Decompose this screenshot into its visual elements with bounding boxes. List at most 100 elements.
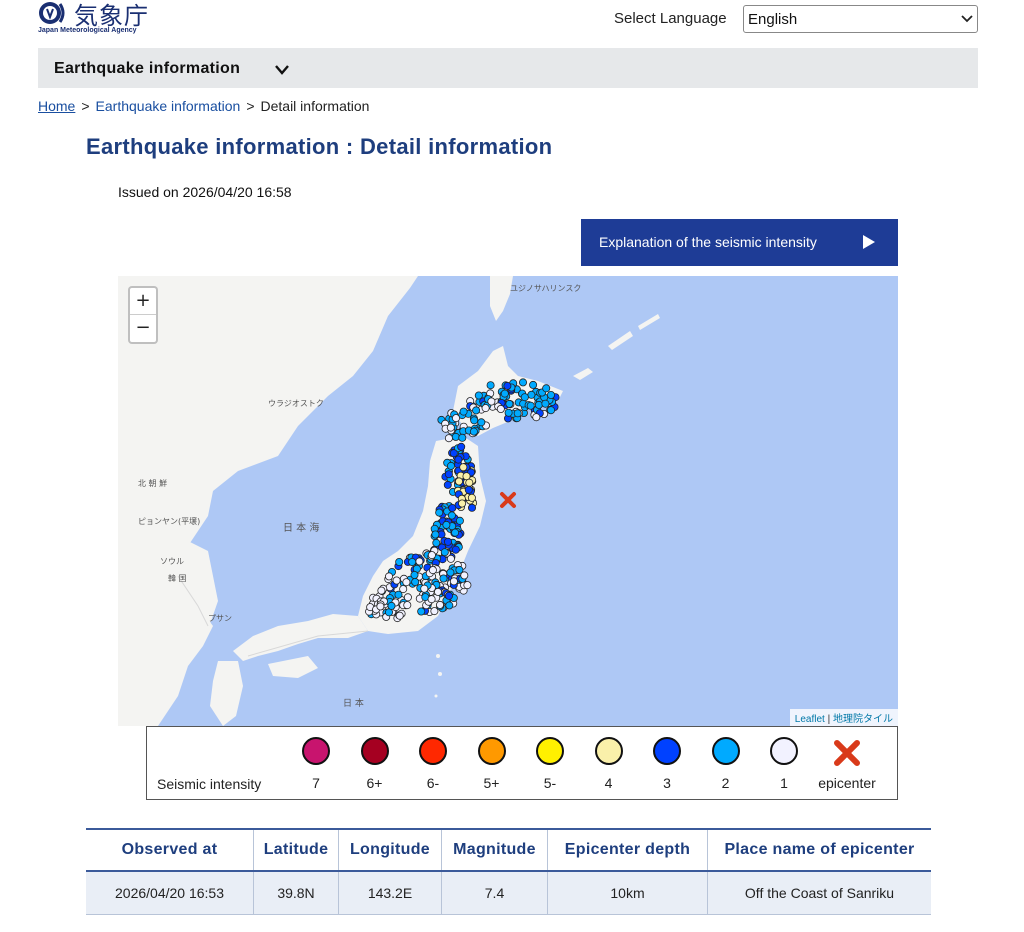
legend-label: 2 xyxy=(721,775,730,791)
intensity-swatch xyxy=(770,737,798,765)
station-dot xyxy=(415,557,424,566)
seismic-intensity-map[interactable]: ウラジオストク ユジノサハリンスク 日 本 海 北 朝 鮮 ピョンヤン(平壌) … xyxy=(118,276,898,726)
station-dot xyxy=(467,493,476,502)
chevron-down-icon xyxy=(961,15,973,23)
station-dot xyxy=(504,408,513,417)
station-dot xyxy=(432,538,441,547)
play-arrow-icon xyxy=(863,235,875,249)
station-dot xyxy=(451,432,460,441)
gsi-tiles-link[interactable]: 地理院タイル xyxy=(833,714,893,725)
station-dot xyxy=(428,566,437,575)
station-dot xyxy=(458,499,467,508)
station-dot xyxy=(529,380,538,389)
station-dot xyxy=(435,600,444,609)
language-select[interactable]: English xyxy=(743,5,978,33)
map-label-pyongyang: ピョンヤン(平壌) xyxy=(138,516,200,526)
cell-epicenter-depth: 10km xyxy=(547,871,708,915)
station-dot xyxy=(474,391,483,400)
station-dot xyxy=(445,601,454,610)
station-dot xyxy=(546,406,555,415)
intensity-swatch xyxy=(653,737,681,765)
table-row: 2026/04/20 16:53 39.8N 143.2E 7.4 10km O… xyxy=(86,871,931,915)
explanation-button-label: Explanation of the seismic intensity xyxy=(599,234,817,250)
chevron-down-icon xyxy=(275,65,289,75)
breadcrumb-home-link[interactable]: Home xyxy=(38,98,75,114)
earthquake-info-menu[interactable]: Earthquake information xyxy=(38,48,978,88)
station-dot xyxy=(384,572,393,581)
intensity-swatch xyxy=(711,737,740,765)
station-dot xyxy=(460,571,469,580)
cell-place-name: Off the Coast of Sanriku xyxy=(707,871,931,915)
cell-magnitude: 7.4 xyxy=(441,871,548,915)
station-dot xyxy=(410,570,419,579)
language-label: Select Language xyxy=(614,10,727,27)
legend-item: 6+ xyxy=(352,735,402,795)
observation-table: Observed at Latitude Longitude Magnitude… xyxy=(86,828,931,915)
breadcrumb-separator: > xyxy=(246,98,255,114)
legend-label-epicenter: epicenter xyxy=(818,775,876,791)
station-dot xyxy=(387,601,396,610)
header-place-name: Place name of epicenter xyxy=(707,828,931,872)
station-dot xyxy=(447,511,456,520)
intensity-swatch xyxy=(302,737,330,765)
station-dot xyxy=(376,602,385,611)
station-dot xyxy=(451,414,460,423)
seismic-intensity-legend: Seismic intensity 7 6+ 6- 5+ 5- 4 3 2 1 epicente… xyxy=(146,726,898,800)
map-label-vladivostok: ウラジオストク xyxy=(268,399,324,408)
station-dot xyxy=(518,378,527,387)
station-dot xyxy=(503,381,512,390)
map-label-busan: プサン xyxy=(208,614,232,623)
map-label-north-korea: 北 朝 鮮 xyxy=(138,478,167,488)
breadcrumb-earthquake-link[interactable]: Earthquake information xyxy=(96,98,241,114)
legend-label: 5- xyxy=(543,775,557,791)
attribution-separator: | xyxy=(827,714,831,725)
station-dot xyxy=(486,381,495,390)
map-attribution: Leaflet | 地理院タイル xyxy=(789,709,898,726)
legend-item: 5+ xyxy=(469,735,519,795)
station-dot xyxy=(435,508,444,517)
station-dot xyxy=(454,477,463,486)
station-dot xyxy=(420,584,429,593)
station-dot xyxy=(465,478,474,487)
legend-label: 7 xyxy=(312,775,320,791)
station-dot xyxy=(446,423,455,432)
station-dot xyxy=(469,427,478,436)
station-dot xyxy=(408,557,417,566)
station-dot xyxy=(449,449,458,458)
station-dot xyxy=(541,399,550,408)
station-dot xyxy=(459,407,468,416)
station-dot xyxy=(442,520,451,529)
jma-logo[interactable]: 気象庁 Japan Meteorological Agency xyxy=(38,0,158,38)
language-selected-value: English xyxy=(748,11,798,28)
legend-item: 3 xyxy=(644,735,694,795)
station-dot xyxy=(513,409,522,418)
station-dot xyxy=(477,418,486,427)
station-dot xyxy=(464,485,473,494)
station-dot xyxy=(457,442,466,451)
station-dot xyxy=(444,591,453,600)
map-base-layer: ウラジオストク ユジノサハリンスク 日 本 海 北 朝 鮮 ピョンヤン(平壌) … xyxy=(118,276,660,726)
station-dot xyxy=(440,548,449,557)
station-dot xyxy=(417,607,426,616)
logo-subtitle: Japan Meteorological Agency xyxy=(38,27,137,34)
station-dot xyxy=(532,413,541,422)
seismic-intensity-explanation-button[interactable]: Explanation of the seismic intensity xyxy=(581,219,898,266)
map-label-nihon: 日 本 xyxy=(343,697,364,709)
station-dot xyxy=(444,434,453,443)
zoom-out-button[interactable]: − xyxy=(130,315,156,341)
leaflet-link[interactable]: Leaflet xyxy=(795,714,825,725)
header-epicenter-depth: Epicenter depth xyxy=(547,828,708,872)
zoom-in-button[interactable]: + xyxy=(130,288,156,315)
intensity-swatch xyxy=(477,737,506,765)
station-dot xyxy=(443,480,452,489)
nav-title: Earthquake information xyxy=(54,60,241,77)
station-dot xyxy=(454,455,463,464)
intensity-swatch xyxy=(419,737,447,765)
station-dot xyxy=(449,577,458,586)
legend-item: 5- xyxy=(527,735,577,795)
cell-longitude: 143.2E xyxy=(338,871,442,915)
epicenter-x-icon xyxy=(834,740,860,766)
epicenter-marker xyxy=(500,492,516,508)
station-dot xyxy=(439,574,448,583)
legend-item: 4 xyxy=(586,735,636,795)
